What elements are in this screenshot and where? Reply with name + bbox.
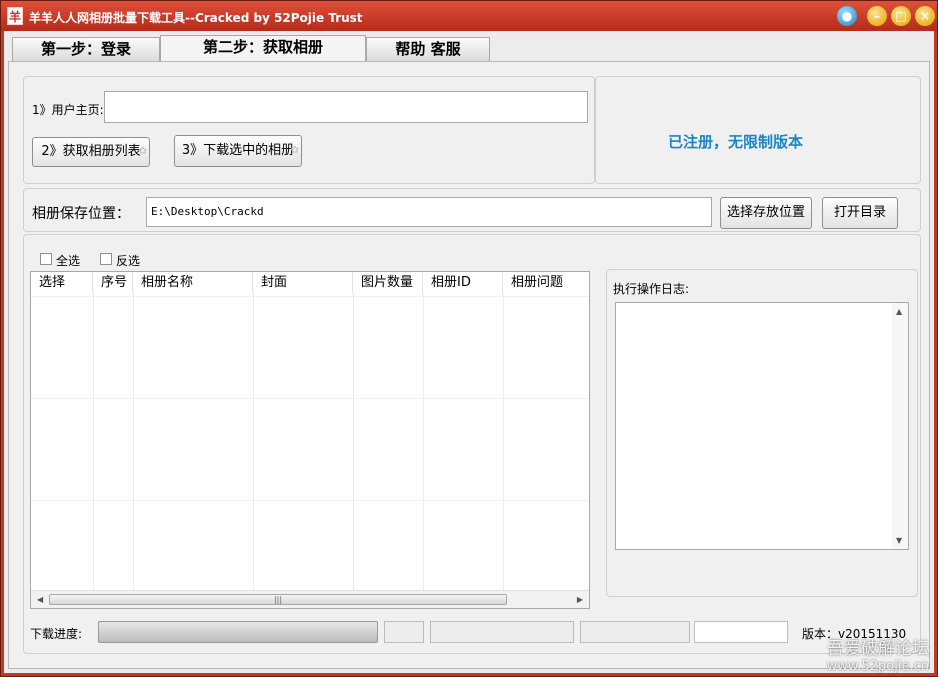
open-dir-button[interactable]: 打开目录 [822, 197, 898, 229]
column-divider [253, 294, 254, 590]
column-header-album-id[interactable]: 相册ID [423, 272, 503, 294]
homepage-input[interactable] [104, 91, 588, 123]
invert-selection-label[interactable]: 反选 [116, 252, 140, 269]
log-vertical-scrollbar[interactable]: ▲ ▼ [892, 303, 908, 549]
client-area: 第一步：登录 第二步：获取相册 帮助 客服 1》用户主页: 2》获取相册列表 ✿… [4, 31, 934, 673]
column-header-select[interactable]: 选择 [31, 272, 93, 294]
select-all-checkbox[interactable] [40, 253, 52, 265]
watermark-url: www.52pojie.cn [826, 659, 929, 674]
title-bar[interactable]: 羊 羊羊人人网相册批量下载工具--Cracked by 52Pojie Trus… [1, 1, 937, 31]
log-group: 执行操作日志: ▲ ▼ [606, 269, 918, 597]
app-logo-icon: 羊 [7, 7, 23, 25]
status-cell [430, 621, 574, 643]
download-selected-button[interactable]: 3》下载选中的相册 ✿ [174, 135, 302, 167]
table-horizontal-scrollbar[interactable]: ◀ ||| ▶ [31, 590, 589, 608]
column-divider [133, 294, 134, 590]
column-divider [503, 294, 504, 590]
log-textarea[interactable]: ▲ ▼ [615, 302, 909, 550]
maximize-button[interactable]: □ [891, 6, 911, 26]
row-divider [31, 398, 589, 399]
column-divider [423, 294, 424, 590]
scroll-down-icon[interactable]: ▼ [896, 536, 902, 545]
watermark-title: 吾爱破解论坛 [827, 639, 929, 659]
scroll-up-icon[interactable]: ▲ [896, 307, 902, 316]
minimize-button[interactable]: – [867, 6, 887, 26]
decor-icon: ✿ [290, 145, 299, 156]
save-location-input[interactable]: E:\Desktop\Crackd [146, 197, 712, 227]
watermark: 吾爱破解论坛 www.52pojie.cn [827, 634, 929, 674]
registration-status: 已注册，无限制版本 [668, 133, 804, 151]
close-button[interactable]: × [915, 6, 935, 26]
tab-page-get-albums: 1》用户主页: 2》获取相册列表 ✿ 3》下载选中的相册 ✿ 已注册，无限制版本… [8, 61, 930, 669]
albums-group: 全选 反选 选择 序号 相册名称 封面 图片数量 相册ID 相册问题 ◀ |||… [23, 234, 921, 654]
window-title: 羊羊人人网相册批量下载工具--Cracked by 52Pojie Trust [29, 11, 363, 25]
column-header-photo-count[interactable]: 图片数量 [353, 272, 423, 294]
choose-location-button[interactable]: 选择存放位置 [720, 197, 812, 229]
download-selected-label: 3》下载选中的相册 [181, 143, 295, 158]
row-divider [31, 500, 589, 501]
column-divider [353, 294, 354, 590]
tab-help[interactable]: 帮助 客服 [366, 37, 490, 61]
row-divider [31, 296, 589, 297]
skin-icon[interactable]: ● [837, 6, 857, 26]
column-divider [93, 294, 94, 590]
tab-get-albums[interactable]: 第二步：获取相册 [160, 35, 366, 62]
log-label: 执行操作日志: [613, 282, 690, 296]
homepage-group: 1》用户主页: 2》获取相册列表 ✿ 3》下载选中的相册 ✿ [23, 76, 595, 184]
scroll-right-icon[interactable]: ▶ [577, 595, 583, 604]
select-all-label[interactable]: 全选 [56, 252, 80, 269]
column-header-index[interactable]: 序号 [93, 272, 133, 294]
status-cell-white [694, 621, 788, 643]
scrollbar-thumb[interactable]: ||| [49, 594, 507, 605]
decor-icon: ✿ [138, 146, 147, 157]
download-progress-bar [98, 621, 378, 643]
progress-label: 下载进度: [30, 627, 83, 641]
get-albums-label: 2》获取相册列表 [41, 144, 141, 159]
column-header-album-question[interactable]: 相册问题 [503, 272, 589, 294]
status-cell [580, 621, 690, 643]
save-location-label: 相册保存位置： [32, 206, 130, 222]
invert-selection-checkbox[interactable] [100, 253, 112, 265]
albums-table[interactable]: 选择 序号 相册名称 封面 图片数量 相册ID 相册问题 ◀ ||| ▶ [30, 271, 590, 609]
status-group: 已注册，无限制版本 [595, 76, 921, 184]
app-window: 羊 羊羊人人网相册批量下载工具--Cracked by 52Pojie Trus… [0, 0, 938, 677]
column-header-cover[interactable]: 封面 [253, 272, 353, 294]
tab-login[interactable]: 第一步：登录 [12, 37, 160, 61]
scroll-left-icon[interactable]: ◀ [37, 595, 43, 604]
save-location-group: 相册保存位置： E:\Desktop\Crackd 选择存放位置 打开目录 [23, 188, 921, 232]
homepage-label: 1》用户主页: [32, 103, 104, 117]
status-cell [384, 621, 424, 643]
column-header-album-name[interactable]: 相册名称 [133, 272, 253, 294]
get-albums-button[interactable]: 2》获取相册列表 ✿ [32, 137, 150, 167]
